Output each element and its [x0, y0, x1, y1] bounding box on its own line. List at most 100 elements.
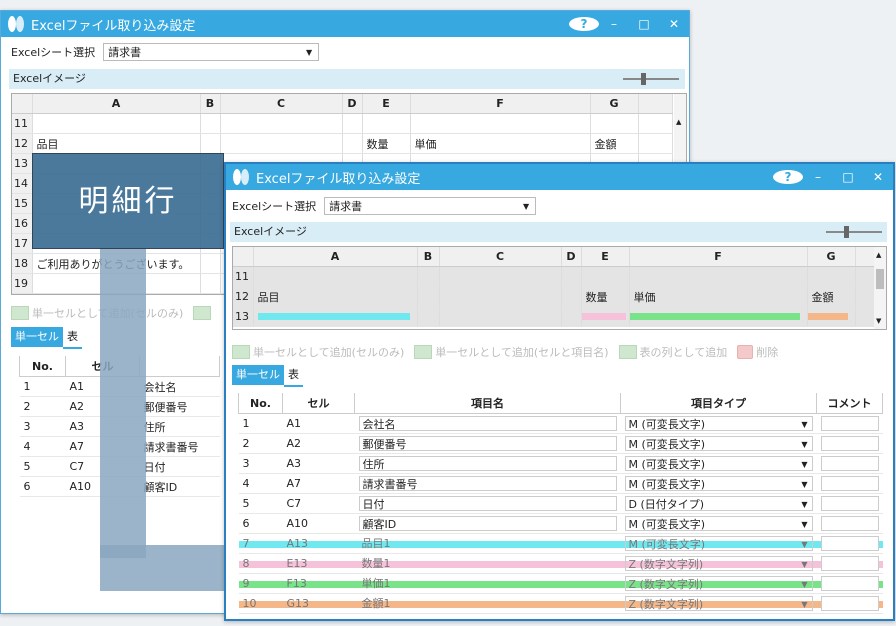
item-type-dropdown[interactable]: M (可変長文字) ▼	[624, 456, 813, 471]
row-header[interactable]: 18	[12, 253, 33, 274]
row-header[interactable]: 14	[12, 173, 33, 194]
minimize-button[interactable]: –	[803, 170, 833, 184]
column-header[interactable]: E	[362, 94, 411, 114]
item-type-dropdown[interactable]: M (可変長文字) ▼	[624, 416, 813, 431]
zoom-slider[interactable]	[826, 226, 882, 238]
delete-button[interactable]: 削除	[737, 344, 778, 360]
close-button[interactable]: ✕	[863, 170, 893, 184]
item-name-input[interactable]: 顧客ID	[358, 516, 617, 531]
column-header[interactable]: A	[32, 94, 201, 114]
item-name-input[interactable]: 日付	[358, 496, 617, 511]
item-comment-input[interactable]	[820, 476, 879, 491]
item-type-dropdown[interactable]: Z (数字文字列) ▼	[624, 576, 813, 591]
item-comment-input[interactable]	[820, 576, 879, 591]
grid-cell[interactable]	[581, 266, 630, 287]
column-header[interactable]: No.	[238, 393, 283, 414]
item-comment-input[interactable]	[820, 456, 879, 471]
grid-cell[interactable]	[200, 273, 221, 294]
item-comment-input[interactable]	[820, 436, 879, 451]
help-icon[interactable]: ?	[569, 17, 599, 31]
add-single-cell-name-button[interactable]: 単一セルとして追加(セルと項目名)	[414, 344, 609, 360]
item-comment-input[interactable]	[820, 496, 879, 511]
table-row[interactable]: 8 E13 数量1 Z (数字文字列) ▼	[238, 553, 883, 574]
item-type-dropdown[interactable]: M (可変長文字) ▼	[624, 436, 813, 451]
zoom-slider-knob[interactable]	[844, 226, 849, 238]
grid-cell[interactable]: 品目	[32, 133, 201, 154]
item-name-input[interactable]: 単価1	[359, 576, 617, 591]
table-row[interactable]: 7 A13 品目1 M (可変長文字) ▼	[238, 533, 883, 554]
grid-cell[interactable]	[629, 266, 808, 287]
table-row[interactable]: 3 A3 住所 M (可変長文字) ▼	[238, 453, 883, 474]
table-row[interactable]: 6 A10 顧客ID M (可変長文字) ▼	[238, 513, 883, 534]
column-header[interactable]: 項目タイプ	[620, 393, 817, 414]
grid-cell[interactable]	[253, 266, 418, 287]
item-comment-input[interactable]	[820, 536, 879, 551]
column-header[interactable]: C	[439, 247, 562, 267]
grid-cell[interactable]	[561, 306, 582, 327]
add-single-cell-button[interactable]: 単一セルとして追加(セルのみ)	[232, 344, 404, 360]
grid-cell[interactable]	[439, 306, 562, 327]
grid-cell[interactable]	[417, 286, 440, 307]
row-header[interactable]: 12	[12, 133, 33, 154]
maximize-button[interactable]: □	[833, 170, 863, 184]
grid-cell[interactable]	[200, 113, 221, 134]
row-header[interactable]: 13	[12, 153, 33, 174]
grid-cell[interactable]	[417, 306, 440, 327]
grid-cell[interactable]: 数量	[581, 286, 630, 307]
item-name-input[interactable]: 住所	[358, 456, 617, 471]
zoom-slider[interactable]	[623, 73, 679, 85]
item-comment-input[interactable]	[820, 596, 879, 611]
table-row[interactable]: 4 A7 請求書番号 M (可変長文字) ▼	[238, 473, 883, 494]
column-header[interactable]: F	[410, 94, 591, 114]
scroll-down-arrow-icon[interactable]: ▼	[876, 317, 881, 325]
grid-cell[interactable]	[807, 266, 856, 287]
grid-cell[interactable]	[561, 286, 582, 307]
item-type-dropdown[interactable]: Z (数字文字列) ▼	[624, 556, 813, 571]
grid-cell[interactable]	[342, 113, 363, 134]
row-header[interactable]: 12	[233, 286, 254, 307]
column-header[interactable]: E	[581, 247, 630, 267]
item-comment-input[interactable]	[820, 556, 879, 571]
table-row[interactable]: 1 A1 会社名 M (可変長文字) ▼	[238, 413, 883, 434]
grid-corner[interactable]	[12, 94, 33, 114]
item-type-dropdown[interactable]: M (可変長文字) ▼	[624, 476, 813, 491]
tab-table[interactable]: 表	[284, 365, 303, 387]
add-single-cell-button[interactable]: 単一セルとして追加(セルのみ)	[11, 305, 183, 321]
grid-cell[interactable]	[590, 113, 639, 134]
table-row[interactable]: 2 A2 郵便番号 M (可変長文字) ▼	[238, 433, 883, 454]
row-header[interactable]: 16	[12, 213, 33, 234]
item-type-dropdown[interactable]: M (可変長文字) ▼	[624, 536, 813, 551]
item-comment-input[interactable]	[820, 416, 879, 431]
column-header[interactable]: G	[807, 247, 856, 267]
grid-cell[interactable]	[220, 113, 343, 134]
column-header[interactable]: A	[253, 247, 418, 267]
table-row[interactable]: 9 F13 単価1 Z (数字文字列) ▼	[238, 573, 883, 594]
grid-cell[interactable]	[561, 266, 582, 287]
grid-cell[interactable]: 金額	[807, 286, 856, 307]
grid-cell[interactable]	[439, 266, 562, 287]
scroll-thumb[interactable]	[876, 269, 884, 289]
grid-cell[interactable]	[439, 286, 562, 307]
grid-scrollbar[interactable]: ▲ ▼	[874, 247, 886, 329]
scroll-up-arrow-icon[interactable]: ▲	[676, 118, 681, 126]
column-header[interactable]: 項目名	[354, 393, 621, 414]
column-header[interactable]: F	[629, 247, 808, 267]
maximize-button[interactable]: □	[629, 17, 659, 31]
add-single-cell-name-button[interactable]	[193, 306, 214, 320]
grid-cell[interactable]	[410, 113, 591, 134]
grid-cell[interactable]	[220, 133, 343, 154]
tab-table[interactable]: 表	[63, 327, 82, 349]
column-header[interactable]: コメント	[816, 393, 883, 414]
minimize-button[interactable]: –	[599, 17, 629, 31]
grid-cell[interactable]: 金額	[590, 133, 639, 154]
column-header[interactable]: D	[342, 94, 363, 114]
row-header[interactable]: 17	[12, 233, 33, 254]
item-name-input[interactable]: 品目1	[359, 536, 617, 551]
item-name-input[interactable]: 請求書番号	[358, 476, 617, 491]
row-header[interactable]: 11	[233, 266, 254, 287]
zoom-slider-knob[interactable]	[641, 73, 646, 85]
column-header[interactable]: D	[561, 247, 582, 267]
column-header[interactable]: C	[220, 94, 343, 114]
grid-cell[interactable]	[200, 253, 221, 274]
item-type-dropdown[interactable]: D (日付タイプ) ▼	[624, 496, 813, 511]
